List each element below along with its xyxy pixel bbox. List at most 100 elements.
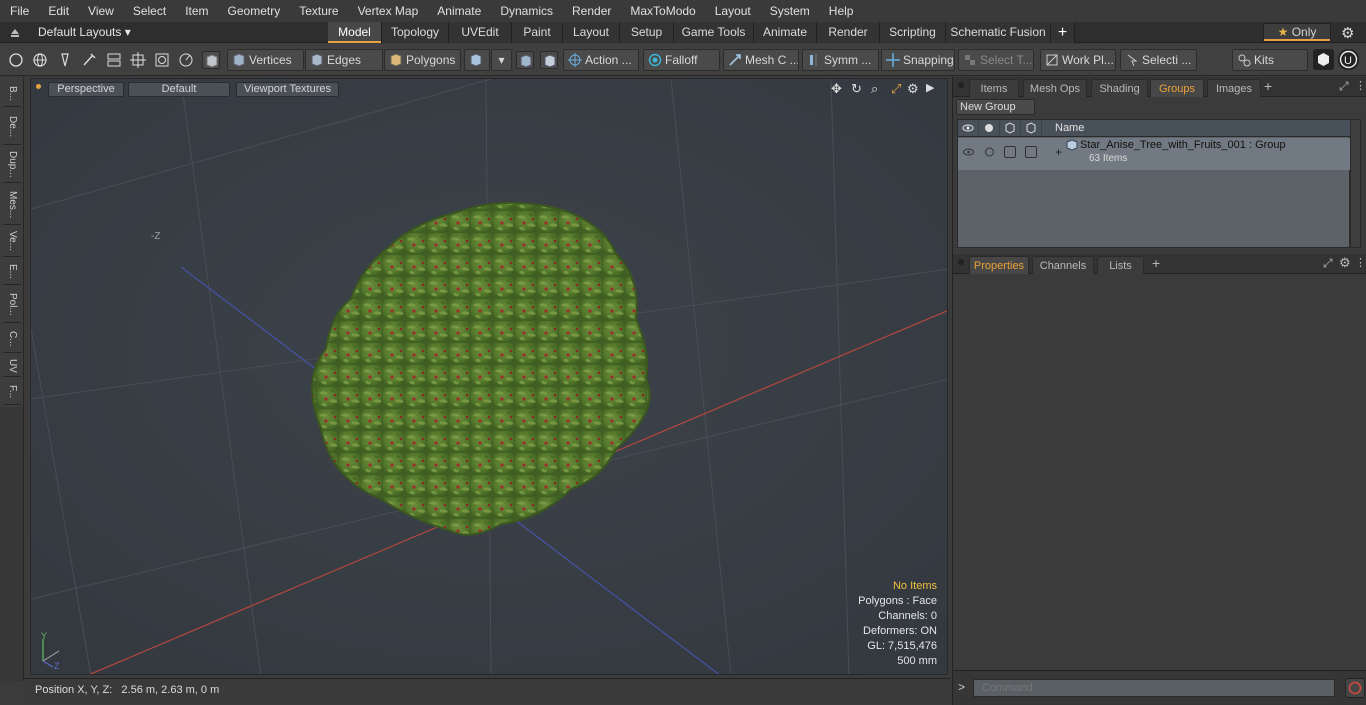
tab-fusion[interactable]: F... xyxy=(3,379,21,405)
tab-game-tools[interactable]: Game Tools xyxy=(674,22,754,43)
viewport-settings-icon[interactable]: ⚙ xyxy=(907,81,919,97)
viewport-menu-dot-icon[interactable] xyxy=(36,84,41,89)
selection-sets-button[interactable]: Selecti ... xyxy=(1120,49,1197,71)
viewport-textures-button[interactable]: Viewport Textures xyxy=(236,82,339,97)
tab-duplicate[interactable]: Dup... xyxy=(3,147,21,183)
panel-more-icon[interactable]: ⋮ xyxy=(1355,79,1366,92)
tab-curve[interactable]: C... xyxy=(3,325,21,353)
item-mode-dropdown[interactable]: ▾ xyxy=(491,49,512,71)
tab-channels[interactable]: Channels xyxy=(1032,256,1094,274)
group-list-scrollbar[interactable] xyxy=(1350,119,1361,248)
menu-system[interactable]: System xyxy=(760,0,819,22)
menu-geometry[interactable]: Geometry xyxy=(218,0,290,22)
tab-paint[interactable]: Paint xyxy=(512,22,563,43)
mesh-constraint-button[interactable]: Mesh C ... xyxy=(723,49,799,71)
properties-gear-icon[interactable]: ⚙ xyxy=(1339,255,1351,271)
expand-panel-icon[interactable]: ⤢ xyxy=(1339,79,1349,94)
menu-edit[interactable]: Edit xyxy=(38,0,78,22)
falloff-button[interactable]: Falloff xyxy=(643,49,720,71)
render-cube-icon[interactable] xyxy=(1313,49,1334,70)
expand-plus-icon[interactable]: + xyxy=(1055,145,1062,159)
command-history-button[interactable] xyxy=(1345,678,1365,698)
tab-topology[interactable]: Topology xyxy=(382,22,449,43)
menu-texture[interactable]: Texture xyxy=(289,0,347,22)
properties-more-icon[interactable]: ⋮ xyxy=(1355,256,1366,269)
move-view-icon[interactable]: ✥ xyxy=(831,81,842,97)
tab-uv[interactable]: UV xyxy=(3,355,21,377)
3d-viewport[interactable]: -Z Y Z Perspective Default Viewport Text… xyxy=(30,78,948,675)
add-tab-button[interactable]: + xyxy=(1051,22,1075,43)
pen-icon[interactable] xyxy=(56,51,74,69)
select-circle-icon[interactable] xyxy=(7,51,25,69)
properties-menu-dot-icon[interactable] xyxy=(958,259,964,265)
tab-render[interactable]: Render xyxy=(817,22,880,43)
edges-button[interactable]: Edges xyxy=(305,49,383,71)
symmetry-shape-icon[interactable] xyxy=(540,51,558,69)
frame-icon[interactable] xyxy=(153,51,171,69)
new-group-button[interactable]: New Group xyxy=(956,99,1035,115)
panel-menu-dot-icon[interactable] xyxy=(958,82,964,88)
menu-help[interactable]: Help xyxy=(819,0,863,22)
unreal-icon[interactable]: U xyxy=(1338,49,1359,70)
align-icon[interactable] xyxy=(105,51,123,69)
expand-properties-icon[interactable]: ⤢ xyxy=(1323,256,1333,271)
tab-uvedit[interactable]: UVEdit xyxy=(449,22,512,43)
falloff-shape-icon[interactable] xyxy=(516,51,534,69)
menu-dynamics[interactable]: Dynamics xyxy=(490,0,562,22)
item-mode-button[interactable] xyxy=(464,49,490,71)
symmetry-button[interactable]: Symm ... xyxy=(802,49,879,71)
menu-file[interactable]: File xyxy=(0,0,38,22)
tab-schematic-fusion[interactable]: Schematic Fusion xyxy=(946,22,1051,43)
tab-basic[interactable]: B... xyxy=(3,81,21,107)
gear-icon[interactable]: ⚙ xyxy=(1341,24,1354,42)
render-column-icon[interactable] xyxy=(979,120,1000,136)
menu-animate[interactable]: Animate xyxy=(427,0,490,22)
globe-icon[interactable] xyxy=(31,51,49,69)
zoom-view-icon[interactable]: ⌕ xyxy=(871,81,878,97)
tab-vertex[interactable]: Ve... xyxy=(3,227,21,257)
add-panel-tab-icon[interactable]: + xyxy=(1264,78,1272,94)
tab-deform[interactable]: De... xyxy=(3,109,21,145)
render-toggle-icon[interactable] xyxy=(983,146,996,158)
layout-toggle-icon[interactable] xyxy=(9,26,21,38)
menu-select[interactable]: Select xyxy=(123,0,175,22)
tab-properties[interactable]: Properties xyxy=(969,256,1029,274)
tab-images[interactable]: Images xyxy=(1207,79,1261,97)
visibility-column-icon[interactable] xyxy=(958,120,979,136)
command-input[interactable] xyxy=(973,679,1335,697)
workplane-button[interactable]: Work Pl... xyxy=(1040,49,1116,71)
tab-groups[interactable]: Groups xyxy=(1150,79,1204,97)
tab-scripting[interactable]: Scripting xyxy=(880,22,946,43)
rotate-view-icon[interactable]: ↻ xyxy=(851,81,862,97)
tab-mesh-edit[interactable]: Mes... xyxy=(3,185,21,225)
tab-polygon[interactable]: Pol... xyxy=(3,287,21,323)
menu-layout[interactable]: Layout xyxy=(705,0,760,22)
kits-button[interactable]: Kits xyxy=(1232,49,1308,71)
tab-setup[interactable]: Setup xyxy=(620,22,674,43)
menu-vertex-map[interactable]: Vertex Map xyxy=(348,0,428,22)
tab-animate[interactable]: Animate xyxy=(754,22,817,43)
tab-edge[interactable]: E... xyxy=(3,259,21,285)
brush-icon[interactable] xyxy=(80,51,98,69)
select-checkbox[interactable] xyxy=(1025,146,1037,158)
cube-icon[interactable] xyxy=(202,51,220,69)
tab-lists[interactable]: Lists xyxy=(1097,256,1144,274)
action-button[interactable]: Action ... xyxy=(563,49,639,71)
maximize-view-icon[interactable]: ⤢ xyxy=(891,81,901,97)
rotate-icon[interactable] xyxy=(177,51,195,69)
snapping-button[interactable]: Snapping xyxy=(881,49,955,71)
tab-shading[interactable]: Shading xyxy=(1091,79,1148,97)
menu-render[interactable]: Render xyxy=(562,0,620,22)
polygons-button[interactable]: Polygons xyxy=(384,49,461,71)
select-through-button[interactable]: Select T... xyxy=(958,49,1034,71)
menu-view[interactable]: View xyxy=(78,0,123,22)
perspective-button[interactable]: Perspective xyxy=(48,82,124,97)
tab-mesh-ops[interactable]: Mesh Ops xyxy=(1023,79,1087,97)
menu-item[interactable]: Item xyxy=(175,0,217,22)
eye-icon[interactable] xyxy=(962,146,975,158)
tab-layout[interactable]: Layout xyxy=(563,22,620,43)
center-icon[interactable] xyxy=(129,51,147,69)
vertices-button[interactable]: Vertices xyxy=(227,49,304,71)
tab-items[interactable]: Items xyxy=(969,79,1019,97)
tab-model[interactable]: Model xyxy=(328,22,382,43)
